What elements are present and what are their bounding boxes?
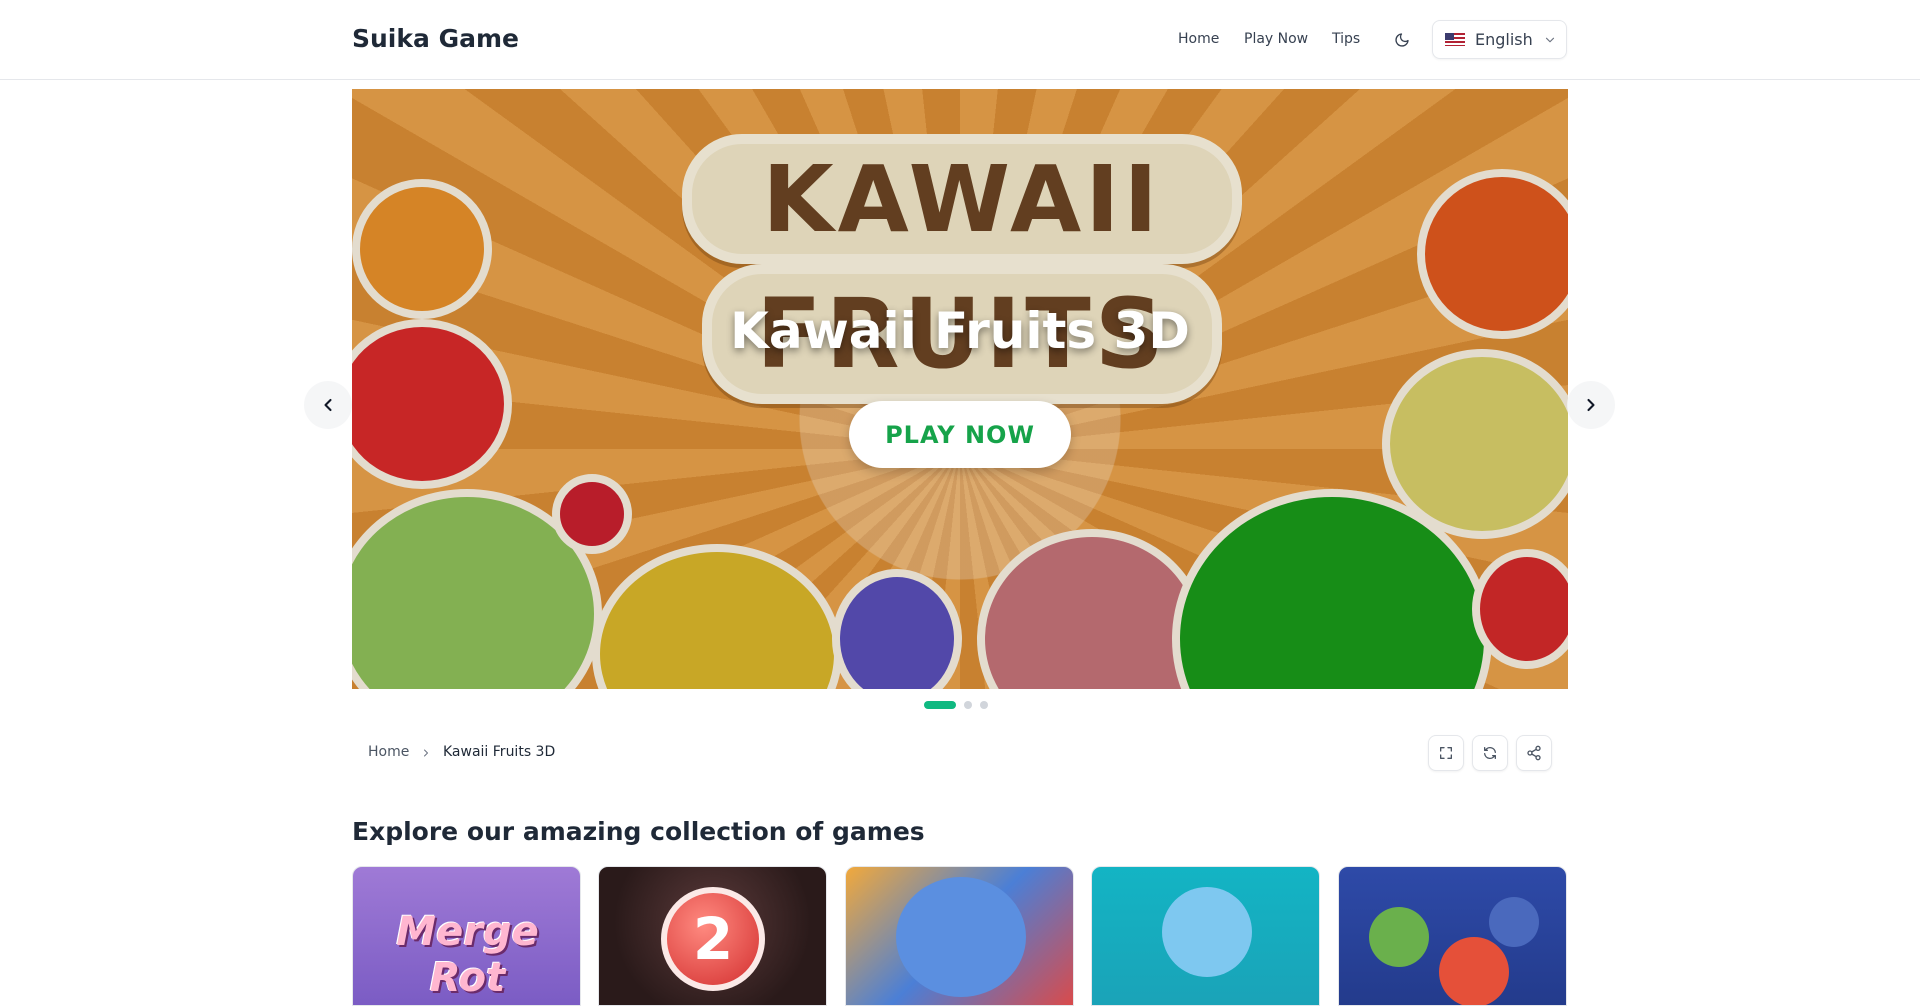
site-header: Suika Game Home Play Now Tips English: [0, 0, 1920, 80]
game-card-emoji-merge[interactable]: [1338, 866, 1567, 1006]
blue-blob-art: [896, 877, 1026, 997]
fullscreen-button[interactable]: [1428, 735, 1464, 771]
game-card-animal-merge[interactable]: [1091, 866, 1320, 1006]
carousel-next-button[interactable]: [1567, 381, 1615, 429]
section-title: Explore our amazing collection of games: [352, 817, 925, 846]
emoji-ball-art: [1439, 937, 1509, 1005]
hero-banner: KAWAII FRUITS Kawaii Fruits 3D PLAY NOW: [352, 89, 1568, 689]
site-brand[interactable]: Suika Game: [352, 24, 519, 53]
fullscreen-icon: [1440, 747, 1452, 759]
carousel-prev-button[interactable]: [304, 381, 352, 429]
reload-button[interactable]: [1472, 735, 1508, 771]
game-card-blob-merge[interactable]: [845, 866, 1074, 1006]
emoji-ball-art: [1369, 907, 1429, 967]
hero-overlay: [352, 89, 1568, 689]
card-number-ball: 2: [661, 887, 765, 991]
carousel-dot-1[interactable]: [924, 701, 956, 709]
language-label: English: [1475, 30, 1533, 49]
card-art-text: Merge Rot: [396, 909, 539, 1001]
us-flag-icon: [1445, 33, 1465, 46]
reload-icon: [1484, 746, 1496, 760]
moon-icon: [1395, 33, 1409, 47]
nav-tips-link[interactable]: Tips: [1332, 31, 1360, 47]
game-card-2048-balls[interactable]: 2: [598, 866, 827, 1006]
game-card-merge-rot[interactable]: Merge Rot: [352, 866, 581, 1006]
nav-home-link[interactable]: Home: [1178, 31, 1219, 47]
theme-toggle-button[interactable]: [1390, 28, 1414, 52]
whale-art: [1162, 887, 1252, 977]
breadcrumb-home-link[interactable]: Home: [368, 744, 409, 760]
hero-play-now-button[interactable]: PLAY NOW: [849, 401, 1071, 468]
hero-title: Kawaii Fruits 3D: [730, 302, 1190, 360]
carousel-indicators: [924, 701, 988, 709]
carousel-dot-3[interactable]: [980, 701, 988, 709]
share-button[interactable]: [1516, 735, 1552, 771]
carousel-dot-2[interactable]: [964, 701, 972, 709]
nav-play-now-link[interactable]: Play Now: [1244, 31, 1308, 47]
language-selector[interactable]: English: [1432, 20, 1567, 59]
emoji-ball-art: [1489, 897, 1539, 947]
share-icon: [1527, 745, 1541, 761]
breadcrumb-current: Kawaii Fruits 3D: [443, 744, 556, 760]
breadcrumb-chevron-icon: [424, 749, 428, 757]
chevron-left-icon: [324, 398, 332, 412]
chevron-right-icon: [1587, 398, 1595, 412]
chevron-down-icon: [1545, 37, 1554, 42]
